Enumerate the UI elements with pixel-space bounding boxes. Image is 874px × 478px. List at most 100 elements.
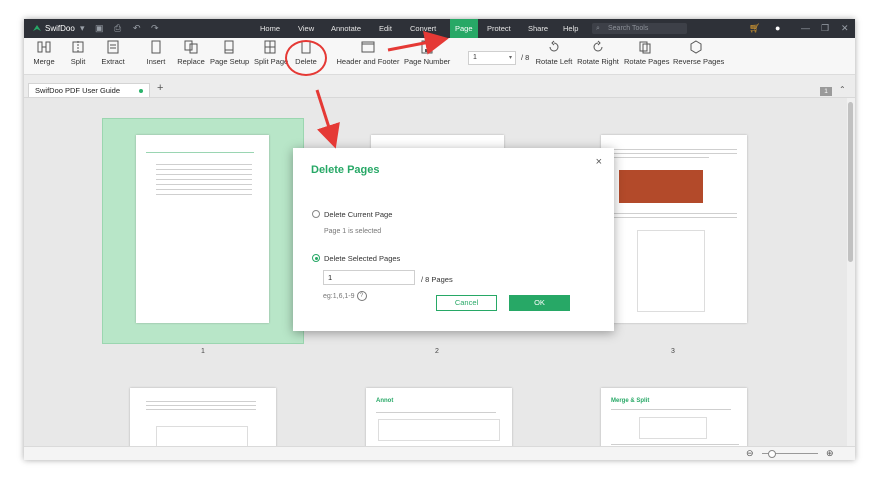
swifdoo-logo-icon — [33, 25, 41, 31]
restore-icon[interactable]: ❐ — [821, 23, 829, 33]
menu-share[interactable]: Share — [528, 19, 548, 38]
delete-selected-pages-label[interactable]: Delete Selected Pages — [324, 254, 400, 263]
app-menu-chevron-icon[interactable]: ▾ — [80, 23, 85, 33]
menu-edit[interactable]: Edit — [379, 19, 392, 38]
header-footer-label: Header and Footer — [336, 57, 400, 66]
reverse-pages-icon — [690, 40, 702, 54]
redo-icon[interactable]: ↷ — [151, 23, 159, 33]
rotate-pages-label: Rotate Pages — [624, 57, 670, 66]
insert-button[interactable]: Insert — [145, 40, 167, 66]
split-icon — [72, 41, 84, 53]
split-page-icon — [264, 40, 276, 54]
close-icon[interactable]: × — [596, 156, 602, 168]
page-number-button[interactable]: Page Number — [404, 40, 450, 66]
menu-annotate[interactable]: Annotate — [331, 19, 361, 38]
save-icon[interactable]: ▣ — [95, 23, 104, 33]
replace-button[interactable]: Replace — [176, 40, 206, 66]
range-example-row: eg:1,6,1-9? — [323, 291, 367, 301]
delete-page-button[interactable]: Delete — [295, 40, 317, 66]
zoom-in-icon[interactable]: ⊕ — [826, 448, 834, 459]
page-setup-button[interactable]: Page Setup — [210, 40, 250, 66]
page-screenshot — [637, 230, 705, 312]
current-page-select[interactable]: 1 ▾ — [468, 51, 516, 65]
app-window: SwifDoo ▾ ▣ ⎙ ↶ ↷ Home View Annotate Edi… — [24, 19, 855, 460]
menu-page[interactable]: Page — [450, 19, 478, 38]
user-avatar-icon[interactable]: ● — [775, 23, 780, 33]
page-number-1: 1 — [201, 348, 205, 355]
extract-button[interactable]: Extract — [98, 40, 128, 66]
unsaved-dot-icon — [139, 89, 143, 93]
document-tab[interactable]: SwifDoo PDF User Guide — [28, 83, 150, 97]
page-toolbar: Merge Split Extract Insert Replace Page … — [24, 38, 855, 75]
delete-selected-pages-radio[interactable] — [312, 254, 320, 262]
replace-label: Replace — [177, 57, 205, 66]
rotate-pages-button[interactable]: Rotate Pages — [624, 40, 670, 66]
delete-page-icon — [301, 40, 311, 54]
page-setup-label: Page Setup — [210, 57, 250, 66]
add-tab-button[interactable]: + — [157, 82, 163, 94]
scrollbar-thumb[interactable] — [848, 102, 853, 262]
chevron-up-icon[interactable]: ⌃ — [839, 85, 846, 94]
merge-label: Merge — [33, 57, 55, 66]
ok-button[interactable]: OK — [509, 295, 570, 311]
insert-label: Insert — [146, 57, 166, 66]
rotate-left-button[interactable]: Rotate Left — [535, 40, 573, 66]
page-number-label: Page Number — [404, 57, 451, 66]
extract-label: Extract — [101, 57, 125, 66]
page-thumbnail-4[interactable] — [130, 388, 276, 446]
page-number-2: 2 — [435, 348, 439, 355]
cancel-button[interactable]: Cancel — [436, 295, 497, 311]
page-thumbnail-1[interactable] — [136, 135, 269, 323]
header-footer-icon — [361, 41, 375, 53]
split-page-button[interactable]: Split Page — [254, 40, 288, 66]
pages-suffix: / 8 Pages — [421, 275, 453, 284]
page-badge: 1 — [820, 87, 832, 96]
reverse-pages-button[interactable]: Reverse Pages — [673, 40, 725, 66]
range-example: eg:1,6,1-9 — [323, 292, 355, 300]
page-screenshot — [639, 417, 707, 439]
page-number-3: 3 — [671, 348, 675, 355]
help-icon[interactable]: ? — [356, 291, 367, 301]
menu-view[interactable]: View — [298, 19, 314, 38]
insert-icon — [151, 40, 161, 54]
menu-protect[interactable]: Protect — [487, 19, 511, 38]
page-screenshot — [156, 426, 248, 446]
minimize-icon[interactable]: — — [801, 23, 810, 33]
search-tools-box[interactable]: ⌕ Search Tools — [592, 23, 687, 34]
chevron-down-icon: ▾ — [508, 55, 512, 61]
menu-convert[interactable]: Convert — [410, 19, 436, 38]
pages-range-input[interactable]: 1 — [323, 270, 415, 285]
document-tab-label: SwifDoo PDF User Guide — [35, 86, 121, 95]
search-icon: ⌕ — [596, 25, 600, 32]
page5-heading: Annot — [376, 398, 394, 404]
page-image — [619, 170, 703, 203]
header-footer-button[interactable]: Header and Footer — [336, 40, 400, 66]
search-placeholder: Search Tools — [608, 25, 649, 32]
delete-current-page-label[interactable]: Delete Current Page — [324, 210, 392, 219]
zoom-out-icon[interactable]: ⊖ — [746, 448, 754, 459]
rotate-right-icon — [593, 40, 603, 52]
zoom-slider-handle[interactable] — [768, 450, 776, 458]
menu-home[interactable]: Home — [260, 19, 280, 38]
rotate-right-button[interactable]: Rotate Right — [577, 40, 619, 66]
page-thumbnail-6[interactable]: Merge & Split — [601, 388, 747, 446]
undo-icon[interactable]: ↶ — [133, 23, 141, 33]
merge-icon — [37, 41, 51, 53]
split-button[interactable]: Split — [67, 40, 89, 66]
close-window-icon[interactable]: ✕ — [841, 23, 849, 33]
merge-button[interactable]: Merge — [32, 40, 56, 66]
print-icon[interactable]: ⎙ — [114, 23, 121, 33]
page-total: / 8 — [521, 53, 530, 62]
page-thumbnail-5[interactable]: Annot — [366, 388, 512, 446]
rotate-right-label: Rotate Right — [577, 57, 619, 66]
cart-icon[interactable]: 🛒︎ — [749, 23, 760, 33]
document-tab-bar: SwifDoo PDF User Guide + 1 ⌃ — [24, 75, 855, 98]
reverse-pages-label: Reverse Pages — [673, 57, 725, 66]
delete-current-page-radio[interactable] — [312, 210, 320, 218]
rotate-left-label: Rotate Left — [535, 57, 573, 66]
vertical-scrollbar[interactable] — [847, 98, 855, 446]
status-bar: ⊖ ⊕ — [24, 446, 855, 460]
page-number-icon — [421, 40, 433, 54]
page-thumbnail-3[interactable] — [601, 135, 747, 323]
menu-help[interactable]: Help — [563, 19, 578, 38]
